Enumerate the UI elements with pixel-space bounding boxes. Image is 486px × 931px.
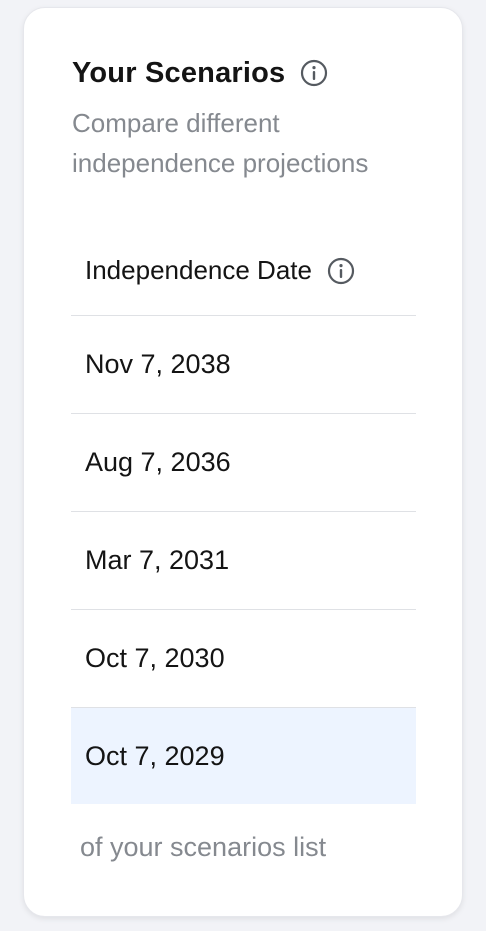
independence-date-cell: Mar 7, 2031 [85,545,230,575]
info-icon[interactable] [326,256,356,286]
scenarios-table: Independence Date Nov 7, 2038 Aug 7, 203… [71,226,416,804]
card-subtitle: Compare different independence projectio… [72,108,369,178]
info-icon[interactable] [299,58,329,88]
table-row-selected[interactable]: Oct 7, 2029 [71,708,416,804]
table-row[interactable]: Nov 7, 2038 [71,316,416,414]
scenarios-card: Your Scenarios Compare different indepen… [23,7,463,917]
independence-date-cell: Nov 7, 2038 [85,349,231,379]
independence-date-cell: Oct 7, 2030 [85,643,225,673]
footer-note: of your scenarios list [80,832,327,862]
card-header: Your Scenarios [72,56,329,90]
independence-date-cell: Oct 7, 2029 [85,740,225,771]
table-row[interactable]: Mar 7, 2031 [71,512,416,610]
card-title: Your Scenarios [72,57,286,89]
table-header: Independence Date [71,226,416,316]
table-row[interactable]: Oct 7, 2030 [71,610,416,708]
independence-date-cell: Aug 7, 2036 [85,447,231,477]
column-header-independence-date: Independence Date [85,255,312,285]
table-row[interactable]: Aug 7, 2036 [71,414,416,512]
